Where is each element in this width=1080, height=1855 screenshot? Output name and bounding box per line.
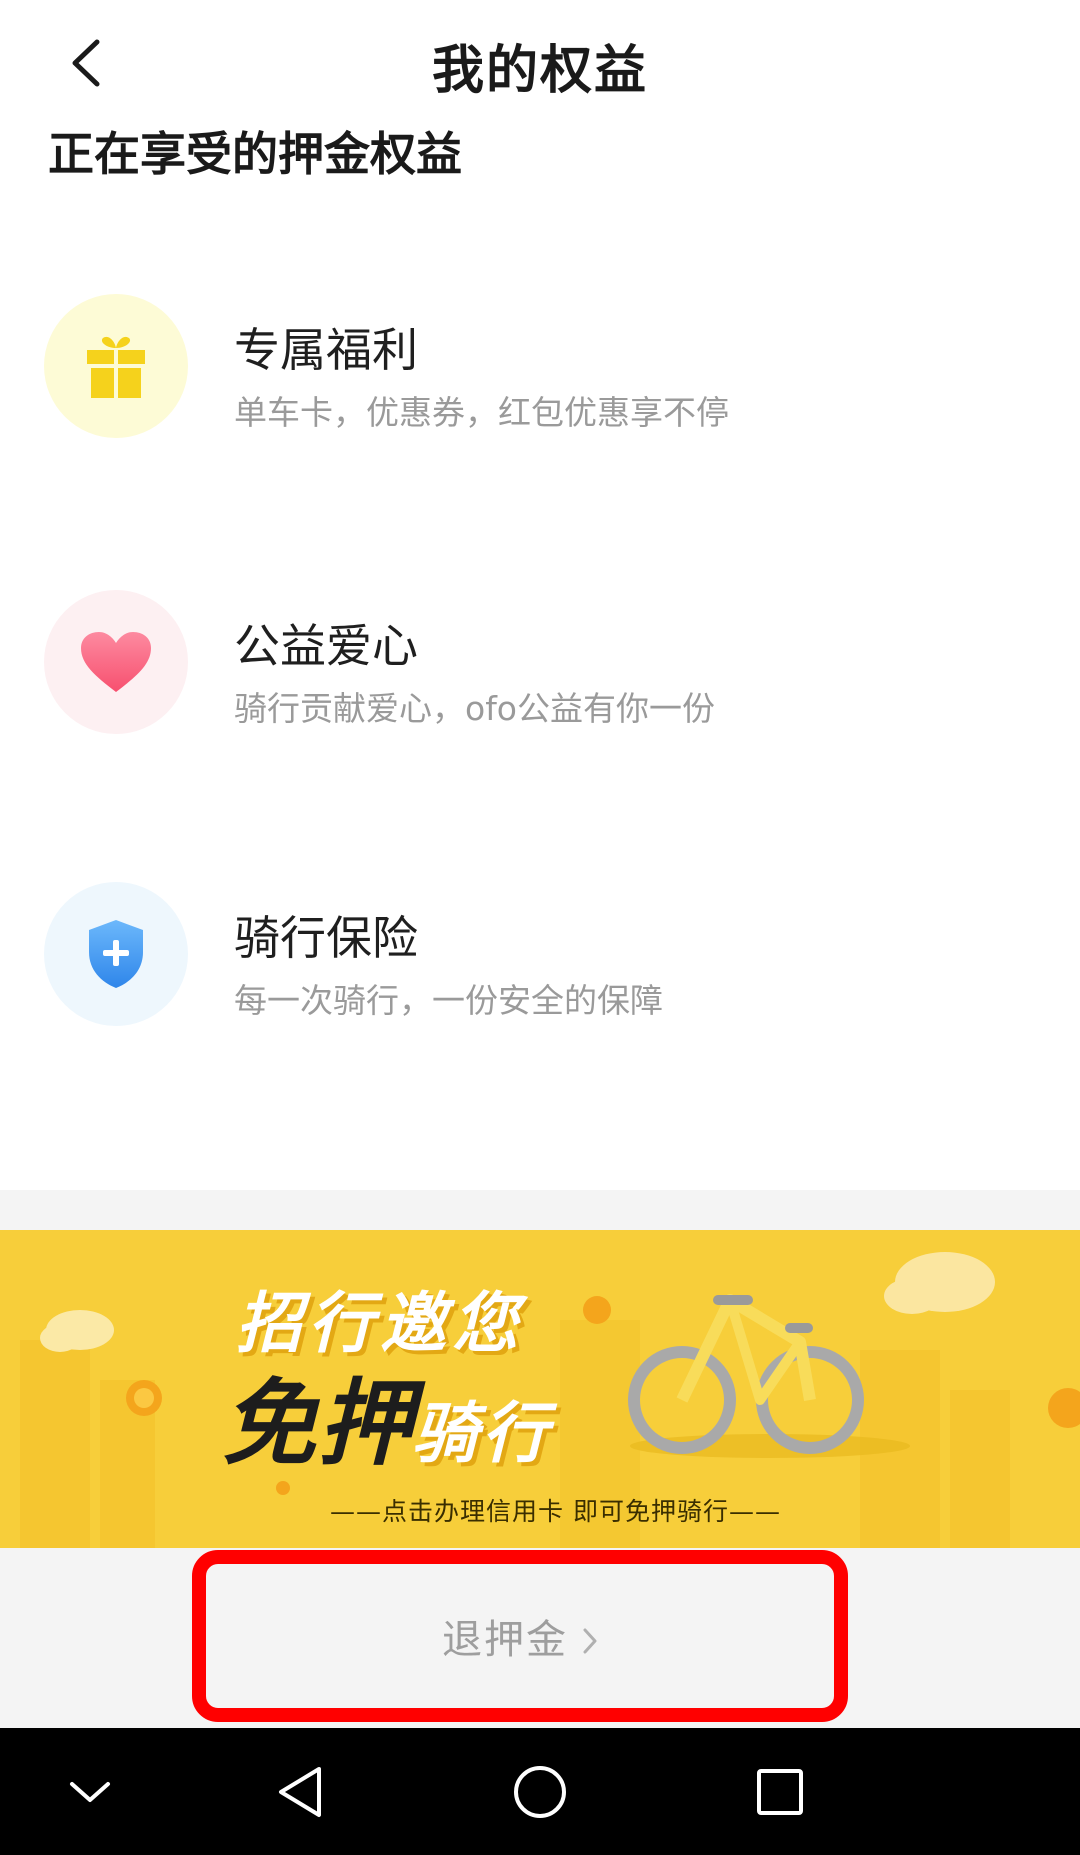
recents-square-icon <box>757 1768 803 1815</box>
benefit-item-insurance[interactable]: 骑行保险 每一次骑行，一份安全的保障 <box>0 882 1080 1052</box>
system-nav-bar <box>0 1728 1080 1855</box>
refund-label: 退押金 <box>442 1617 568 1663</box>
gift-icon <box>87 336 145 398</box>
benefit-icon-wrap <box>44 294 188 438</box>
benefit-name: 公益爱心 <box>234 619 418 673</box>
benefit-name: 骑行保险 <box>234 911 418 965</box>
header: 我的权益 <box>0 0 1080 120</box>
heart-icon <box>81 632 151 692</box>
nav-home-button[interactable] <box>480 1728 600 1855</box>
chevron-right-icon <box>583 1628 597 1654</box>
promo-banner[interactable]: 招行邀您 免押 骑行 ——点击办理信用卡 即可免押骑行—— <box>0 1230 1080 1548</box>
nav-collapse-button[interactable] <box>30 1728 150 1855</box>
banner-headline-tail: 骑行 <box>412 1395 552 1472</box>
benefit-description: 骑行贡献爱心，ofo公益有你一份 <box>234 689 715 728</box>
nav-recents-button[interactable] <box>720 1728 840 1855</box>
back-triangle-icon <box>279 1766 321 1817</box>
section-divider <box>0 1190 1080 1230</box>
nav-back-button[interactable] <box>240 1728 360 1855</box>
refund-deposit-button[interactable]: 退押金 <box>212 1570 828 1702</box>
benefit-icon-wrap <box>44 882 188 1026</box>
benefit-icon-wrap <box>44 590 188 734</box>
shield-plus-icon <box>89 920 143 988</box>
home-circle-icon <box>514 1765 566 1818</box>
benefit-item-exclusive-welfare[interactable]: 专属福利 单车卡，优惠券，红包优惠享不停 <box>0 294 1080 464</box>
section-title: 正在享受的押金权益 <box>48 127 462 181</box>
page-title: 我的权益 <box>431 41 648 101</box>
benefit-description: 单车卡，优惠券，红包优惠享不停 <box>234 393 729 432</box>
benefit-name: 专属福利 <box>234 323 418 377</box>
banner-headline-highlight: 免押 <box>222 1370 415 1479</box>
banner-subtitle: ——点击办理信用卡 即可免押骑行—— <box>330 1497 781 1526</box>
benefit-item-charity[interactable]: 公益爱心 骑行贡献爱心，ofo公益有你一份 <box>0 590 1080 760</box>
collapse-icon <box>70 1781 110 1802</box>
page: 我的权益 正在享受的押金权益 专属福利 单车卡，优惠券，红包优惠享不停 公益爱心… <box>0 0 1080 1855</box>
benefit-description: 每一次骑行，一份安全的保障 <box>234 981 663 1020</box>
